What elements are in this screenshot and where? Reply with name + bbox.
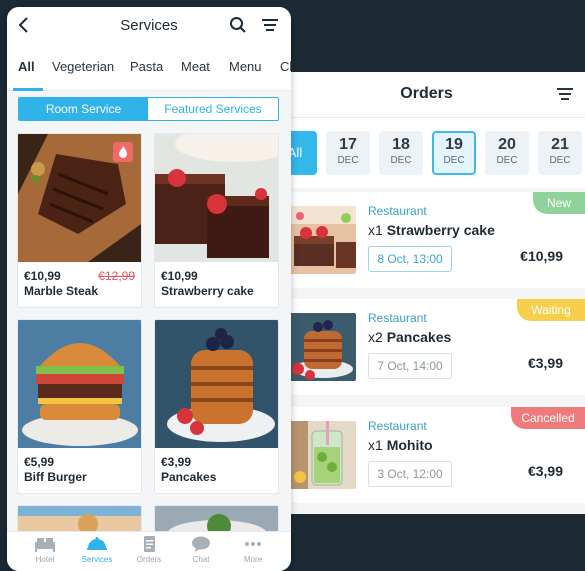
service-type-toggle: Room Service Featured Services bbox=[18, 97, 279, 121]
tab-label: More bbox=[243, 555, 263, 564]
order-thumbnail bbox=[290, 206, 356, 274]
service-card[interactable]: €5,99 Biff Burger bbox=[17, 319, 142, 494]
order-title: x1 Strawberry cake bbox=[368, 222, 495, 238]
status-badge-cancelled: Cancelled bbox=[511, 407, 585, 429]
order-item-name: Mohito bbox=[386, 437, 433, 453]
item-price: €10,99 bbox=[24, 269, 61, 283]
food-image bbox=[155, 320, 278, 448]
service-card[interactable]: €3,99 Pancakes bbox=[154, 319, 279, 494]
date-day: 18 bbox=[392, 136, 410, 153]
cloche-icon bbox=[87, 537, 107, 550]
food-image bbox=[155, 134, 278, 262]
date-month: DEC bbox=[337, 155, 359, 166]
tab-orders[interactable]: Orders bbox=[121, 536, 177, 564]
date-month: DEC bbox=[496, 155, 518, 166]
status-badge-new: New bbox=[533, 192, 585, 214]
item-name: Strawberry cake bbox=[161, 284, 254, 298]
order-type: Restaurant bbox=[368, 204, 427, 218]
category-tabs: All Vegeterian Pasta Meat Menu Cl bbox=[7, 45, 291, 91]
order-quantity: x1 bbox=[368, 222, 383, 238]
date-day: 21 bbox=[551, 136, 569, 153]
order-price: €3,99 bbox=[527, 355, 563, 371]
item-name: Pancakes bbox=[161, 470, 217, 484]
orders-screen: Orders All 17 DEC 18 DEC 19 DEC 20 DEC 2… bbox=[268, 72, 585, 514]
order-time[interactable]: 8 Oct, 13:00 bbox=[368, 246, 452, 272]
date-day: 19 bbox=[445, 136, 463, 153]
filter-icon[interactable] bbox=[555, 84, 575, 104]
tab-services[interactable]: Services bbox=[69, 536, 125, 564]
date-chip[interactable]: 18 DEC bbox=[379, 131, 423, 175]
search-icon[interactable] bbox=[229, 16, 247, 34]
order-quantity: x2 bbox=[368, 329, 383, 345]
service-card[interactable]: €10,99 €12,99 Marble Steak bbox=[17, 133, 142, 308]
room-service-button[interactable]: Room Service bbox=[19, 98, 148, 120]
orders-title: Orders bbox=[400, 85, 453, 102]
order-type: Restaurant bbox=[368, 311, 427, 325]
page-title: Services bbox=[120, 17, 178, 34]
food-image bbox=[18, 320, 141, 448]
services-header: Services bbox=[7, 7, 291, 45]
tab-label: Services bbox=[81, 555, 113, 564]
tab-chat[interactable]: Chat bbox=[173, 536, 229, 564]
order-quantity: x1 bbox=[368, 437, 383, 453]
order-price: €3,99 bbox=[527, 463, 563, 479]
status-badge-waiting: Waiting bbox=[517, 299, 585, 321]
date-chip[interactable]: 21 DEC bbox=[538, 131, 582, 175]
order-item-name: Pancakes bbox=[386, 329, 452, 345]
date-selector: All 17 DEC 18 DEC 19 DEC 20 DEC 21 DEC bbox=[268, 118, 585, 188]
chat-bubble-icon bbox=[192, 536, 210, 552]
order-card[interactable]: Restaurant x1 Mohito 3 Oct, 12:00 €3,99 … bbox=[268, 407, 585, 503]
item-price: €10,99 bbox=[161, 269, 198, 283]
order-type: Restaurant bbox=[368, 419, 427, 433]
order-thumbnail bbox=[290, 313, 356, 381]
category-tab[interactable]: Meat bbox=[181, 59, 210, 74]
item-price: €3,99 bbox=[161, 455, 192, 469]
fire-icon bbox=[113, 142, 133, 162]
date-month: DEC bbox=[390, 155, 412, 166]
more-dots-icon bbox=[245, 542, 261, 546]
order-price: €10,99 bbox=[520, 248, 563, 264]
date-day: 20 bbox=[498, 136, 516, 153]
document-icon bbox=[144, 536, 155, 552]
category-tab[interactable]: Vegeterian bbox=[52, 59, 114, 74]
item-price: €5,99 bbox=[24, 455, 55, 469]
services-screen: Services All Vegeterian Pasta Meat Menu … bbox=[7, 7, 291, 571]
tab-label: Hotel bbox=[35, 555, 55, 564]
order-card[interactable]: Restaurant x1 Strawberry cake 8 Oct, 13:… bbox=[268, 192, 585, 288]
filter-icon[interactable] bbox=[261, 16, 279, 34]
order-title: x1 Mohito bbox=[368, 437, 433, 453]
category-tab[interactable]: Menu bbox=[229, 59, 262, 74]
bed-icon bbox=[35, 538, 55, 552]
category-tab[interactable]: Cl bbox=[280, 59, 291, 74]
date-day: 17 bbox=[339, 136, 357, 153]
item-name: Marble Steak bbox=[24, 284, 99, 298]
active-tab-indicator bbox=[13, 88, 43, 91]
item-name: Biff Burger bbox=[24, 470, 87, 484]
date-month: DEC bbox=[443, 155, 465, 166]
category-tab-all[interactable]: All bbox=[18, 59, 35, 74]
order-thumbnail bbox=[290, 421, 356, 489]
tab-label: Chat bbox=[192, 555, 210, 564]
date-month: DEC bbox=[549, 155, 571, 166]
order-time[interactable]: 3 Oct, 12:00 bbox=[368, 461, 452, 487]
item-old-price: €12,99 bbox=[98, 269, 135, 283]
tab-hotel[interactable]: Hotel bbox=[17, 536, 73, 564]
category-tab[interactable]: Pasta bbox=[130, 59, 163, 74]
date-chip[interactable]: 20 DEC bbox=[485, 131, 529, 175]
tab-more[interactable]: More bbox=[225, 536, 281, 564]
date-chip[interactable]: 17 DEC bbox=[326, 131, 370, 175]
order-time[interactable]: 7 Oct, 14:00 bbox=[368, 353, 452, 379]
order-card[interactable]: Restaurant x2 Pancakes 7 Oct, 14:00 €3,9… bbox=[268, 299, 585, 395]
order-title: x2 Pancakes bbox=[368, 329, 451, 345]
order-item-name: Strawberry cake bbox=[386, 222, 495, 238]
tab-label: Orders bbox=[136, 555, 162, 564]
bottom-tab-bar: Hotel Services Orders Chat More bbox=[7, 531, 291, 571]
featured-services-button[interactable]: Featured Services bbox=[148, 98, 278, 120]
orders-header: Orders bbox=[268, 72, 585, 118]
service-card[interactable]: €10,99 Strawberry cake bbox=[154, 133, 279, 308]
date-chip-selected[interactable]: 19 DEC bbox=[432, 131, 476, 175]
